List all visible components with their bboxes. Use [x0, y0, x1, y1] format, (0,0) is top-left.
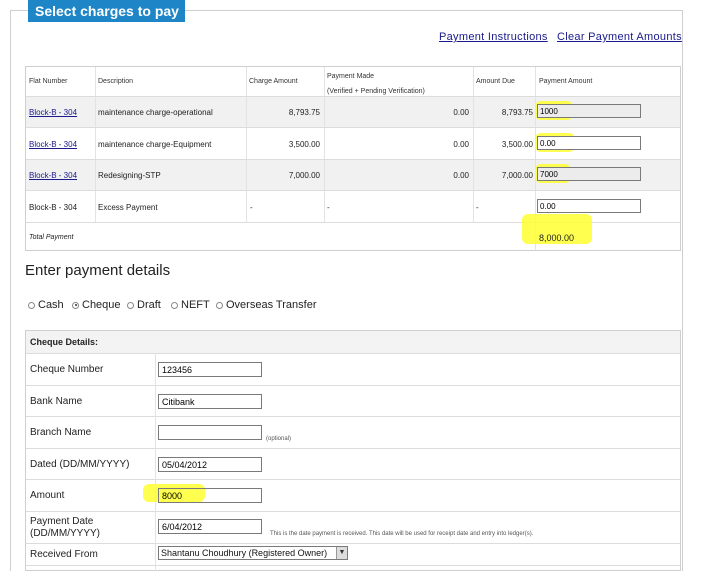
row-divider — [26, 353, 680, 354]
panel-border-top-left — [10, 10, 28, 11]
radio-icon — [171, 301, 178, 309]
amount-due: 8,793.75 — [501, 108, 533, 117]
flat-number-link[interactable]: Block-B - 304 — [29, 171, 77, 180]
charge-amount: 7,000.00 — [288, 171, 320, 180]
payment-date-input[interactable] — [158, 519, 262, 534]
dated-label: Dated (DD/MM/YYYY) — [30, 459, 130, 470]
row-divider — [26, 127, 680, 128]
payment-amount-input[interactable] — [537, 104, 641, 118]
charge-description: maintenance charge-Equipment — [98, 140, 212, 149]
total-payment-label: Total Payment — [29, 234, 74, 241]
cheque-number-input[interactable] — [158, 362, 262, 377]
column-divider — [324, 67, 325, 222]
charge-amount: 8,793.75 — [288, 108, 320, 117]
cheque-details-title: Cheque Details: — [30, 337, 99, 347]
amount-due: - — [476, 203, 479, 212]
radio-icon — [216, 301, 223, 309]
amount-input[interactable] — [158, 488, 262, 503]
payment-date-format-label: (DD/MM/YYYY) — [30, 528, 100, 539]
payment-made: 0.00 — [453, 108, 469, 117]
cheque-number-label: Cheque Number — [30, 364, 104, 375]
header-payment-amount: Payment Amount — [539, 78, 593, 85]
row-divider — [26, 479, 680, 480]
payment-method-overseas[interactable]: Overseas Transfer — [216, 299, 316, 311]
charge-description: Redesigning-STP — [98, 171, 161, 180]
cheque-date-input[interactable] — [158, 457, 262, 472]
charge-description: maintenance charge-operational — [98, 108, 213, 117]
header-payment-made-sub: (Verified + Pending Verification) — [327, 88, 425, 95]
payment-date-note: This is the date payment is received. Th… — [270, 531, 534, 537]
payment-details-heading: Enter payment details — [25, 262, 171, 279]
header-amount-due: Amount Due — [476, 78, 515, 85]
row-divider — [26, 448, 680, 449]
radio-label: Overseas Transfer — [226, 299, 317, 311]
total-payment-value: 8,000.00 — [539, 233, 575, 243]
column-divider — [95, 67, 96, 222]
charge-amount: - — [250, 203, 253, 212]
radio-icon — [127, 301, 134, 309]
flat-number: Block-B - 304 — [29, 203, 78, 212]
panel-border-right — [682, 10, 683, 571]
received-from-value: Shantanu Choudhury (Registered Owner) — [161, 548, 328, 558]
radio-icon — [28, 301, 35, 309]
payment-method-draft[interactable]: Draft — [127, 299, 161, 311]
branch-name-input[interactable] — [158, 425, 262, 440]
header-flat-number: Flat Number — [29, 78, 68, 85]
header-payment-made: Payment Made — [327, 73, 375, 80]
radio-label: Cheque — [82, 299, 121, 311]
payment-made: - — [327, 203, 330, 212]
bank-name-label: Bank Name — [30, 396, 83, 407]
clear-payment-amounts-link[interactable]: Clear Payment Amounts — [557, 31, 682, 43]
flat-number-link[interactable]: Block-B - 304 — [29, 108, 77, 117]
column-divider — [246, 67, 247, 222]
amount-label: Amount — [30, 490, 65, 501]
header-charge-amount: Charge Amount — [249, 78, 298, 85]
radio-label: Draft — [137, 299, 161, 311]
charge-description: Excess Payment — [98, 203, 158, 212]
payment-amount-input[interactable] — [537, 167, 641, 181]
branch-name-label: Branch Name — [30, 427, 92, 438]
chevron-down-icon[interactable]: ▼ — [336, 547, 347, 559]
payment-amount-input[interactable] — [537, 136, 641, 150]
row-divider — [26, 416, 680, 417]
payment-amount-input[interactable] — [537, 199, 641, 213]
radio-label: Cash — [38, 299, 64, 311]
row-divider — [26, 385, 680, 386]
row-divider — [26, 511, 680, 512]
row-divider — [26, 565, 680, 566]
received-from-label: Received From — [30, 549, 98, 560]
received-from-select[interactable]: Shantanu Choudhury (Registered Owner) — [158, 546, 348, 560]
panel-border-top — [180, 10, 682, 11]
payment-made: 0.00 — [453, 140, 469, 149]
charge-amount: 3,500.00 — [288, 140, 320, 149]
payment-made: 0.00 — [453, 171, 469, 180]
radio-selected-icon — [72, 301, 79, 309]
header-description: Description — [98, 78, 134, 85]
row-divider — [26, 159, 680, 160]
row-divider — [26, 190, 680, 191]
row-divider — [26, 96, 680, 97]
payment-date-label: Payment Date — [30, 516, 94, 527]
bank-name-input[interactable] — [158, 394, 262, 409]
cheque-details-header — [26, 331, 680, 353]
radio-label: NEFT — [181, 299, 210, 311]
payment-instructions-link[interactable]: Payment Instructions — [439, 31, 548, 43]
row-divider — [26, 543, 680, 544]
panel-border-left — [10, 10, 11, 571]
payment-method-cash[interactable]: Cash — [28, 299, 64, 311]
amount-due: 3,500.00 — [501, 140, 533, 149]
section-tab-title: Select charges to pay — [28, 0, 185, 22]
flat-number-link[interactable]: Block-B - 304 — [29, 140, 77, 149]
branch-optional-note: (optional) — [266, 436, 292, 442]
column-divider — [155, 353, 156, 571]
amount-due: 7,000.00 — [501, 171, 533, 180]
column-divider — [473, 67, 474, 222]
payment-method-neft[interactable]: NEFT — [171, 299, 210, 311]
payment-method-cheque[interactable]: Cheque — [72, 299, 121, 311]
